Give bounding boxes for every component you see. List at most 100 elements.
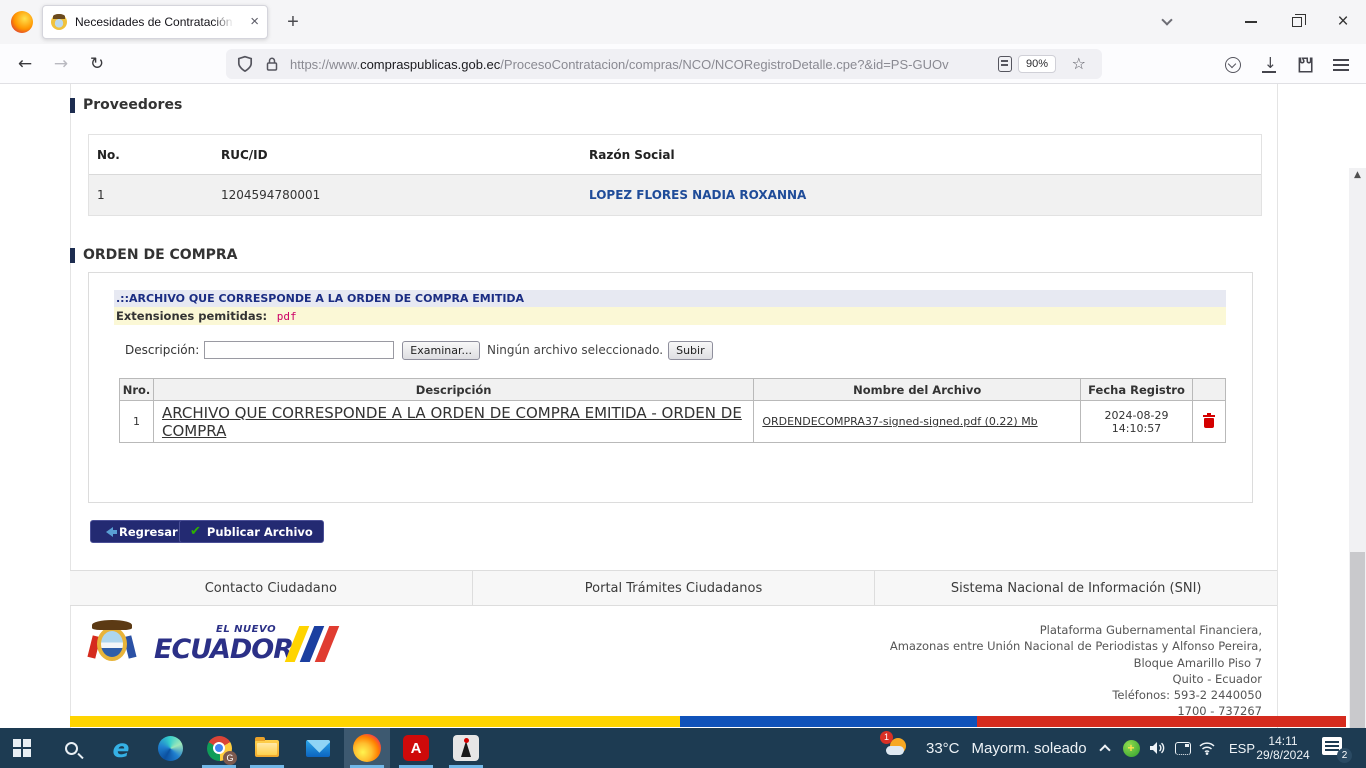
menu-button[interactable] bbox=[1328, 52, 1354, 78]
page-scrollbar[interactable]: ▲ ▼ bbox=[1349, 168, 1366, 728]
minimize-button[interactable] bbox=[1228, 0, 1274, 44]
section-marker bbox=[70, 248, 75, 263]
tray-network[interactable] bbox=[1194, 728, 1220, 768]
proveedor-razon-link[interactable]: LOPEZ FLORES NADIA ROXANNA bbox=[589, 188, 1261, 202]
reload-button[interactable]: ↻ bbox=[84, 52, 110, 78]
tab-title-fade bbox=[213, 12, 239, 34]
taskbar-search-button[interactable] bbox=[48, 728, 94, 768]
regresar-button[interactable]: Regresar bbox=[90, 520, 189, 543]
tab-list-dropdown-button[interactable] bbox=[1144, 0, 1190, 44]
download-icon bbox=[1262, 57, 1276, 73]
taskbar-internet-explorer[interactable]: e bbox=[98, 728, 144, 768]
chevron-down-icon bbox=[1161, 14, 1172, 25]
ecuador-coat-of-arms-logo bbox=[88, 620, 136, 666]
speaker-icon bbox=[1148, 740, 1166, 756]
link-sni[interactable]: Sistema Nacional de Información (SNI) bbox=[875, 571, 1277, 605]
scrollbar-thumb[interactable] bbox=[1350, 552, 1365, 728]
clock-time: 14:11 bbox=[1268, 734, 1297, 748]
reader-mode-icon[interactable] bbox=[998, 56, 1012, 72]
col-descripcion: Descripción bbox=[153, 379, 753, 401]
link-portal-tramites[interactable]: Portal Trámites Ciudadanos bbox=[473, 571, 876, 605]
no-file-text: Ningún archivo seleccionado. bbox=[487, 343, 663, 357]
address-line: Quito - Ecuador bbox=[890, 671, 1262, 687]
tray-antivirus[interactable]: + bbox=[1118, 728, 1144, 768]
close-button[interactable]: × bbox=[1320, 0, 1366, 44]
tab-close-icon[interactable]: × bbox=[250, 15, 259, 29]
bookmark-star-icon[interactable]: ☆ bbox=[1072, 54, 1086, 73]
new-tab-button[interactable]: + bbox=[280, 10, 306, 36]
brand-big-text: ECUADOR bbox=[154, 634, 293, 665]
page-viewport: Proveedores No. RUC/ID Razón Social 1 12… bbox=[0, 84, 1366, 728]
extensiones-value: pdf bbox=[277, 310, 297, 323]
taskbar-java-app[interactable] bbox=[443, 728, 489, 768]
taskbar-edge[interactable] bbox=[147, 728, 193, 768]
archivo-banner: .::ARCHIVO QUE CORRESPONDE A LA ORDEN DE… bbox=[114, 290, 1226, 307]
checkmark-icon: ✔ bbox=[190, 524, 201, 539]
taskbar-chrome[interactable]: G bbox=[196, 728, 242, 768]
orden-compra-heading: ORDEN DE COMPRA bbox=[70, 247, 238, 263]
temperature: 33°C bbox=[926, 740, 960, 757]
zoom-level-badge[interactable]: 90% bbox=[1018, 55, 1056, 73]
browser-tab[interactable]: Necesidades de Contratación y × bbox=[42, 5, 268, 39]
shield-icon[interactable] bbox=[236, 55, 254, 73]
subir-button[interactable]: Subir bbox=[668, 341, 713, 360]
tray-volume[interactable] bbox=[1144, 728, 1170, 768]
cast-icon bbox=[1175, 742, 1191, 755]
taskbar-firefox-active[interactable] bbox=[344, 728, 390, 768]
tray-notifications[interactable]: 2 bbox=[1320, 735, 1350, 761]
lock-icon[interactable] bbox=[264, 56, 280, 72]
pocket-icon bbox=[1225, 57, 1241, 73]
examinar-button[interactable]: Examinar... bbox=[402, 341, 480, 360]
back-arrow-icon bbox=[101, 527, 113, 537]
descripcion-label: Descripción: bbox=[125, 343, 199, 357]
delete-trash-icon[interactable] bbox=[1203, 413, 1215, 428]
back-button[interactable]: ← bbox=[12, 52, 38, 78]
proveedor-row: 1 1204594780001 LOPEZ FLORES NADIA ROXAN… bbox=[89, 175, 1261, 215]
start-button[interactable] bbox=[0, 728, 45, 768]
file-nro: 1 bbox=[120, 401, 154, 443]
file-descripcion-link[interactable]: ARCHIVO QUE CORRESPONDE A LA ORDEN DE CO… bbox=[162, 404, 742, 440]
tray-clock[interactable]: 14:11 29/8/2024 bbox=[1250, 728, 1316, 768]
address-line: Plataforma Gubernamental Financiera, bbox=[890, 622, 1262, 638]
proveedores-table: No. RUC/ID Razón Social 1 1204594780001 … bbox=[88, 134, 1262, 216]
publicar-archivo-button[interactable]: ✔ Publicar Archivo bbox=[179, 520, 324, 543]
orden-compra-panel: .::ARCHIVO QUE CORRESPONDE A LA ORDEN DE… bbox=[88, 272, 1253, 503]
acrobat-icon: A bbox=[403, 735, 429, 761]
downloads-button[interactable] bbox=[1256, 52, 1282, 78]
scroll-up-arrow[interactable]: ▲ bbox=[1349, 168, 1366, 183]
descripcion-input[interactable] bbox=[204, 341, 394, 359]
link-contacto-ciudadano[interactable]: Contacto Ciudadano bbox=[70, 571, 473, 605]
restore-button[interactable] bbox=[1274, 0, 1320, 44]
search-icon bbox=[65, 742, 78, 755]
file-archivo-link[interactable]: ORDENDECOMPRA37-signed-signed.pdf (0.22)… bbox=[762, 415, 1037, 428]
clock-date: 29/8/2024 bbox=[1256, 748, 1309, 762]
file-fecha-date: 2024-08-29 bbox=[1089, 409, 1184, 422]
col-nombre-archivo: Nombre del Archivo bbox=[754, 379, 1081, 401]
close-icon: × bbox=[1337, 13, 1348, 31]
address-line: Bloque Amarillo Piso 7 bbox=[890, 655, 1262, 671]
forward-button[interactable]: → bbox=[48, 52, 74, 78]
url-bar[interactable]: https://www.compraspublicas.gob.ec/Proce… bbox=[226, 49, 1102, 79]
col-ruc: RUC/ID bbox=[221, 148, 589, 162]
tray-cast[interactable] bbox=[1170, 728, 1196, 768]
address-line: Teléfonos: 593-2 2440050 bbox=[890, 687, 1262, 703]
footer-address: Plataforma Gubernamental Financiera, Ama… bbox=[890, 622, 1262, 720]
tray-show-hidden-icons[interactable] bbox=[1092, 728, 1118, 768]
chevron-up-icon bbox=[1099, 744, 1110, 755]
hamburger-icon bbox=[1333, 59, 1349, 71]
taskbar: e G A 1 33°C Mayorm. s bbox=[0, 728, 1366, 768]
taskbar-mail[interactable] bbox=[295, 728, 341, 768]
url-text: https://www.compraspublicas.gob.ec/Proce… bbox=[290, 57, 980, 72]
weather-alert-badge: 1 bbox=[880, 731, 893, 744]
screen: Necesidades de Contratación y × + × ← → … bbox=[0, 0, 1366, 768]
taskbar-acrobat[interactable]: A bbox=[393, 728, 439, 768]
extensions-button[interactable] bbox=[1292, 52, 1318, 78]
brand-stripes bbox=[292, 626, 332, 662]
proveedores-heading: Proveedores bbox=[70, 97, 182, 113]
col-fecha-registro: Fecha Registro bbox=[1081, 379, 1193, 401]
taskbar-file-explorer[interactable] bbox=[244, 728, 290, 768]
site-favicon-icon bbox=[51, 14, 67, 30]
pocket-button[interactable] bbox=[1220, 52, 1246, 78]
file-fecha: 2024-08-29 14:10:57 bbox=[1081, 401, 1193, 443]
col-no: No. bbox=[89, 148, 221, 162]
